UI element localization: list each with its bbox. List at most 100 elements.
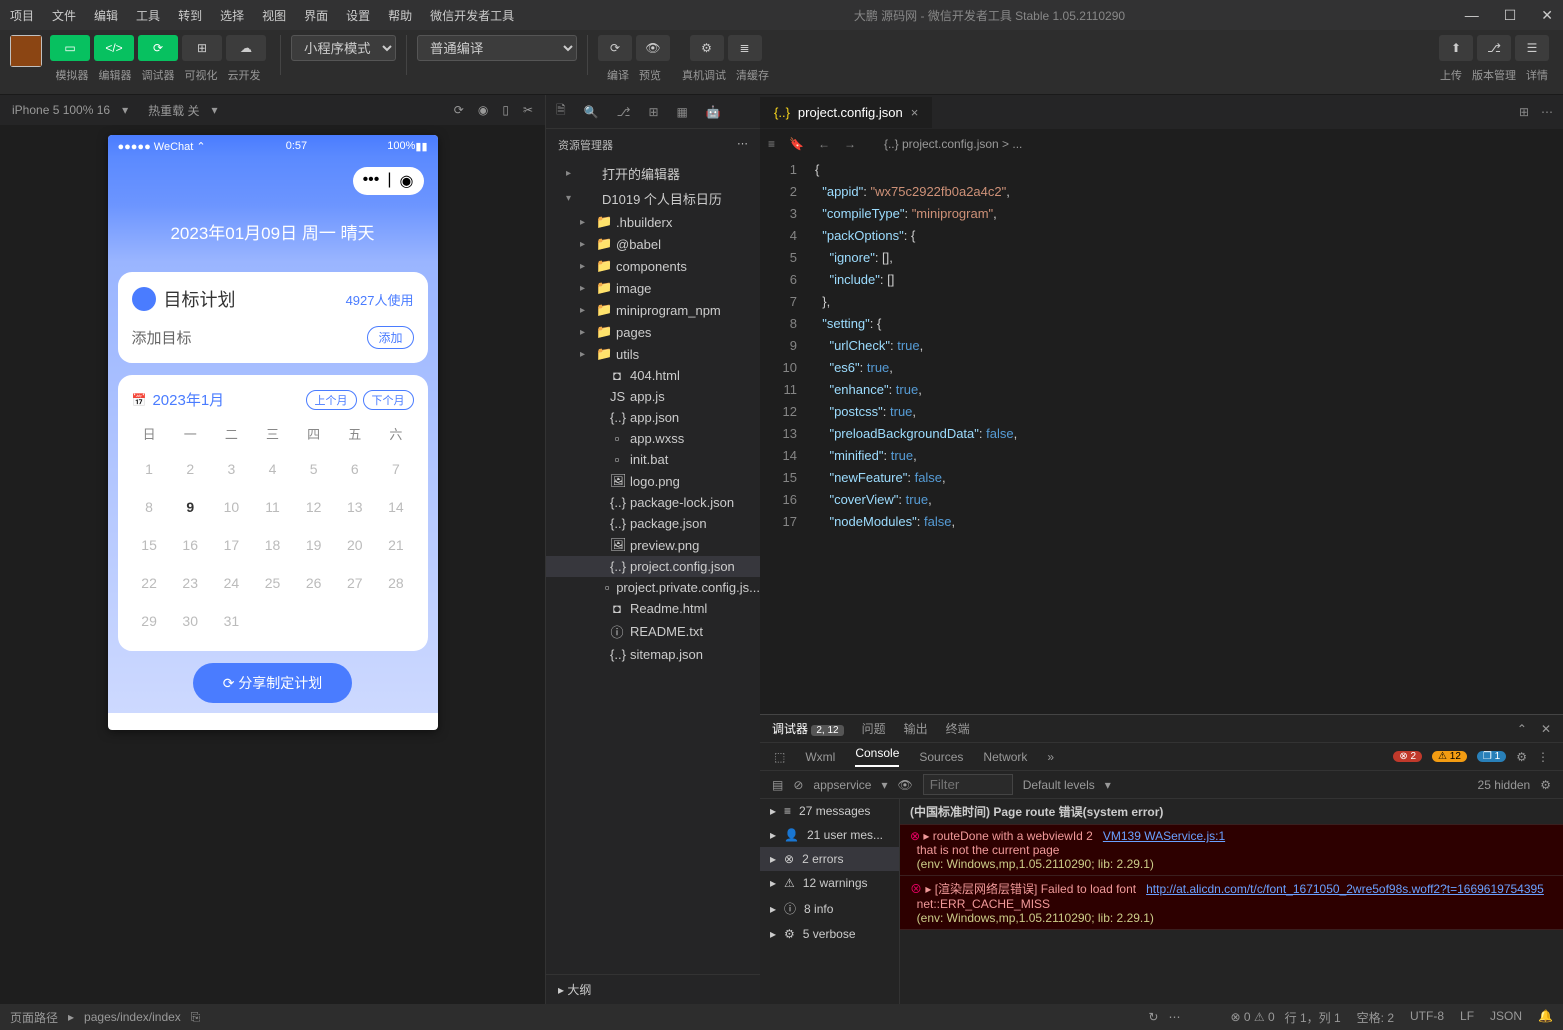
wxml-tab[interactable]: Wxml	[805, 750, 835, 764]
kebab-icon[interactable]: ⋮	[1537, 750, 1549, 764]
calendar-day[interactable]: 30	[173, 605, 208, 637]
clear-cache-button[interactable]: ≣	[728, 35, 762, 61]
refresh-icon[interactable]: ⟳	[454, 103, 464, 117]
cut-icon[interactable]: ✂	[523, 103, 533, 117]
upload-button[interactable]: ⬆	[1439, 35, 1473, 61]
share-button[interactable]: ⟳ 分享制定计划	[193, 663, 353, 703]
tree-item[interactable]: ◘404.html	[546, 365, 760, 386]
ext2-icon[interactable]: ▦	[677, 105, 688, 119]
tree-item[interactable]: ▫project.private.config.js...	[546, 577, 760, 598]
encoding[interactable]: UTF-8	[1410, 1009, 1444, 1026]
page-path[interactable]: pages/index/index	[84, 1010, 181, 1024]
calendar-day[interactable]: 3	[214, 453, 249, 485]
compile-button[interactable]: ⟳	[598, 35, 632, 61]
debugger-tab[interactable]: 调试器 2, 12	[772, 720, 844, 737]
info-count[interactable]: ❐ 1	[1477, 751, 1506, 762]
tree-item[interactable]: ▸📁utils	[546, 343, 760, 365]
preview-button[interactable]: 👁	[636, 35, 670, 61]
sources-tab[interactable]: Sources	[919, 750, 963, 764]
tree-item[interactable]: ▫init.bat	[546, 449, 760, 470]
visual-button[interactable]: ⊞	[182, 35, 222, 61]
list-icon[interactable]: ≡	[768, 137, 775, 151]
forward-icon[interactable]: →	[844, 137, 856, 151]
calendar-day[interactable]: 2	[173, 453, 208, 485]
compile-select[interactable]: 普通编译	[417, 35, 577, 61]
problems-tab[interactable]: 问题	[862, 720, 886, 737]
tree-item[interactable]: ⓘREADME.txt	[546, 619, 760, 644]
calendar-day[interactable]: 6	[337, 453, 372, 485]
inspect-icon[interactable]: ⬚	[774, 750, 785, 764]
terminal-tab[interactable]: 终端	[946, 720, 970, 737]
menu-item[interactable]: 工具	[136, 7, 160, 24]
version-button[interactable]: ⎇	[1477, 35, 1511, 61]
add-goal-button[interactable]: 添加	[367, 326, 413, 349]
phone-simulator[interactable]: ●●●●● WeChat ⌃ 0:57 100% ▮▮ ••• | ◉ 2023…	[108, 135, 438, 730]
tree-item[interactable]: ▫app.wxss	[546, 428, 760, 449]
bookmark-icon[interactable]: 🔖	[789, 137, 804, 151]
menu-item[interactable]: 视图	[262, 7, 286, 24]
gear-icon[interactable]: ⚙	[1516, 750, 1527, 764]
outline-section[interactable]: ▸ 大纲	[546, 974, 760, 1004]
calendar-day[interactable]: 11	[255, 491, 290, 523]
tree-item[interactable]: JSapp.js	[546, 386, 760, 407]
next-month-button[interactable]: 下个月	[363, 390, 414, 410]
console-filter-item[interactable]: ▸ⓘ8 info	[760, 895, 899, 922]
calendar-day[interactable]: 8	[132, 491, 167, 523]
more-icon[interactable]: •••	[363, 171, 380, 191]
calendar-day[interactable]: 29	[132, 605, 167, 637]
gear-icon[interactable]: ⚙	[1540, 778, 1551, 792]
mode-select[interactable]: 小程序模式	[291, 35, 396, 61]
chevron-up-icon[interactable]: ⌃	[1517, 722, 1527, 736]
tree-item[interactable]: ▸📁.hbuilderx	[546, 211, 760, 233]
remote-debug-button[interactable]: ⚙	[690, 35, 724, 61]
tree-item[interactable]: {..}package-lock.json	[546, 492, 760, 513]
device-label[interactable]: iPhone 5 100% 16	[12, 103, 110, 117]
calendar-day[interactable]: 28	[378, 567, 413, 599]
tree-item[interactable]: 🖼logo.png	[546, 470, 760, 492]
details-button[interactable]: ☰	[1515, 35, 1549, 61]
minimize-icon[interactable]: —	[1465, 7, 1479, 24]
menu-item[interactable]: 项目	[10, 7, 34, 24]
tree-item[interactable]: ▸📁@babel	[546, 233, 760, 255]
calendar-day[interactable]: 14	[378, 491, 413, 523]
calendar-day[interactable]: 20	[337, 529, 372, 561]
tree-item[interactable]: ▸📁components	[546, 255, 760, 277]
calendar-day[interactable]: 21	[378, 529, 413, 561]
eye-icon[interactable]: 👁	[897, 778, 912, 792]
calendar-day[interactable]: 10	[214, 491, 249, 523]
calendar-day[interactable]: 25	[255, 567, 290, 599]
calendar-day[interactable]: 17	[214, 529, 249, 561]
error-count[interactable]: ⊗ 2	[1393, 751, 1422, 762]
close-icon[interactable]: ✕	[1541, 7, 1553, 24]
calendar-day[interactable]: 12	[296, 491, 331, 523]
ban-icon[interactable]: ⊘	[793, 778, 803, 792]
console-message[interactable]: ⊗ ▸ [渲染层网络层错误] Failed to load font http:…	[900, 876, 1563, 930]
tree-item[interactable]: {..}app.json	[546, 407, 760, 428]
language[interactable]: JSON	[1490, 1009, 1522, 1026]
calendar-day[interactable]: 24	[214, 567, 249, 599]
debugger-button[interactable]: ⟳	[138, 35, 178, 61]
bell-icon[interactable]: 🔔	[1538, 1009, 1553, 1026]
console-filter-item[interactable]: ▸⚠12 warnings	[760, 871, 899, 895]
calendar-day[interactable]: 1	[132, 453, 167, 485]
tree-item[interactable]: ▸打开的编辑器	[546, 161, 760, 186]
calendar-day[interactable]: 9	[173, 491, 208, 523]
breadcrumb[interactable]: {..} project.config.json > ...	[870, 133, 1036, 155]
context-select[interactable]: appservice	[813, 778, 871, 792]
calendar-day[interactable]: 18	[255, 529, 290, 561]
maximize-icon[interactable]: ☐	[1504, 7, 1517, 24]
network-tab[interactable]: Network	[983, 750, 1027, 764]
close-tab-icon[interactable]: ×	[911, 105, 919, 120]
calendar-day[interactable]: 19	[296, 529, 331, 561]
files-tab-icon[interactable]: 🗎	[556, 101, 566, 122]
menu-item[interactable]: 选择	[220, 7, 244, 24]
calendar-day[interactable]: 23	[173, 567, 208, 599]
console-message[interactable]: (中国标准时间) Page route 错误(system error)	[900, 799, 1563, 825]
tree-item[interactable]: 🖼preview.png	[546, 534, 760, 556]
calendar-day[interactable]: 15	[132, 529, 167, 561]
calendar-day[interactable]: 31	[214, 605, 249, 637]
tree-item[interactable]: ▸📁miniprogram_npm	[546, 299, 760, 321]
copy-icon[interactable]: ⎘	[191, 1010, 201, 1025]
split-icon[interactable]: ⊞	[1519, 105, 1529, 119]
console-filter-item[interactable]: ▸≡27 messages	[760, 799, 899, 823]
